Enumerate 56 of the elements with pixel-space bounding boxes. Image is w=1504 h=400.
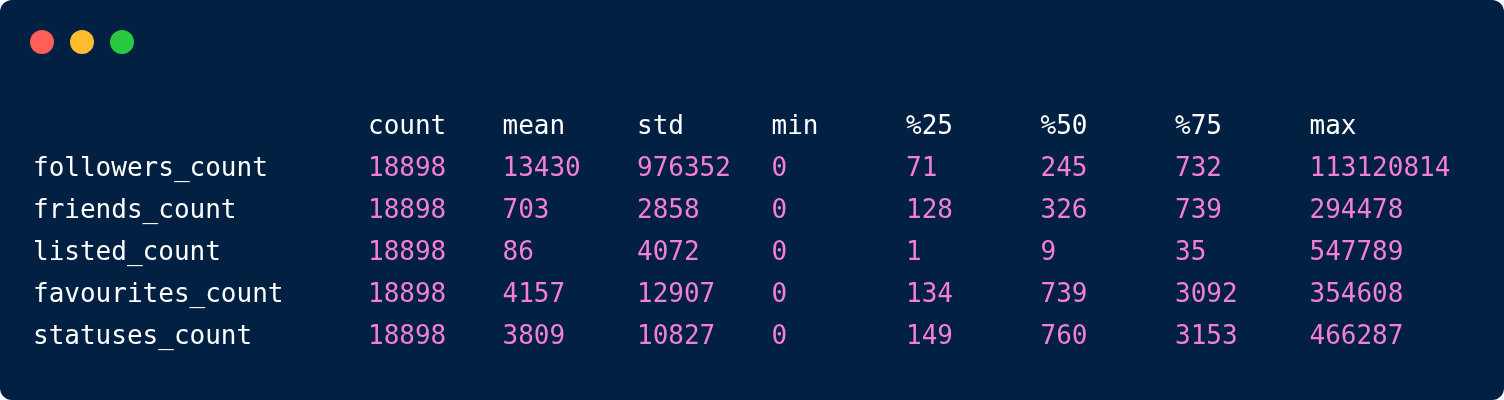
window-close-icon[interactable]	[30, 30, 54, 54]
column-header: count	[368, 110, 447, 140]
table-cell: 739	[1175, 194, 1222, 224]
table-cell: 0	[771, 194, 788, 224]
table-cell: 149	[906, 320, 953, 350]
table-cell: 976352	[637, 152, 731, 182]
table-cell: 71	[906, 152, 938, 182]
table-cell: 4157	[502, 278, 566, 308]
table-cell: 760	[1040, 320, 1088, 350]
row-label: friends_count	[33, 194, 237, 224]
table-cell: 466287	[1309, 320, 1404, 350]
table-cell: 0	[771, 236, 788, 266]
column-header: max	[1309, 110, 1357, 140]
table-cell: 1	[906, 236, 922, 266]
table-cell: 18898	[368, 320, 447, 350]
column-header: %50	[1040, 110, 1088, 140]
column-header: min	[771, 110, 819, 140]
table-cell: 13430	[502, 152, 581, 182]
table-cell: 86	[502, 236, 534, 266]
table-cell: 35	[1175, 236, 1207, 266]
row-label: statuses_count	[33, 320, 253, 350]
table-cell: 0	[771, 278, 788, 308]
table-cell: 3809	[502, 320, 566, 350]
table-cell: 0	[771, 320, 788, 350]
table-cell: 732	[1175, 152, 1222, 182]
table-cell: 0	[771, 152, 788, 182]
table-cell: 113120814	[1309, 152, 1451, 182]
table-cell: 547789	[1309, 236, 1404, 266]
column-header: mean	[502, 110, 566, 140]
table-cell: 18898	[368, 152, 447, 182]
table-cell: 703	[502, 194, 550, 224]
table-cell: 354608	[1309, 278, 1404, 308]
row-label: followers_count	[33, 152, 268, 182]
column-header: %25	[906, 110, 953, 140]
table-cell: 128	[906, 194, 953, 224]
table-cell: 4072	[637, 236, 700, 266]
table-cell: 3092	[1175, 278, 1238, 308]
table-cell: 3153	[1175, 320, 1238, 350]
table-cell: 294478	[1309, 194, 1404, 224]
table-cell: 134	[906, 278, 953, 308]
window-zoom-icon[interactable]	[110, 30, 134, 54]
row-label: favourites_count	[33, 278, 284, 308]
table-cell: 326	[1040, 194, 1088, 224]
table-cell: 245	[1040, 152, 1088, 182]
column-header: std	[637, 110, 684, 140]
table-cell: 18898	[368, 194, 447, 224]
table-cell: 9	[1040, 236, 1057, 266]
row-label: listed_count	[33, 236, 221, 266]
table-cell: 12907	[637, 278, 716, 308]
column-header: %75	[1175, 110, 1222, 140]
table-cell: 2858	[637, 194, 700, 224]
window-minimize-icon[interactable]	[70, 30, 94, 54]
table-cell: 18898	[368, 278, 447, 308]
table-cell: 18898	[368, 236, 447, 266]
table-cell: 739	[1040, 278, 1088, 308]
table-cell: 10827	[637, 320, 716, 350]
